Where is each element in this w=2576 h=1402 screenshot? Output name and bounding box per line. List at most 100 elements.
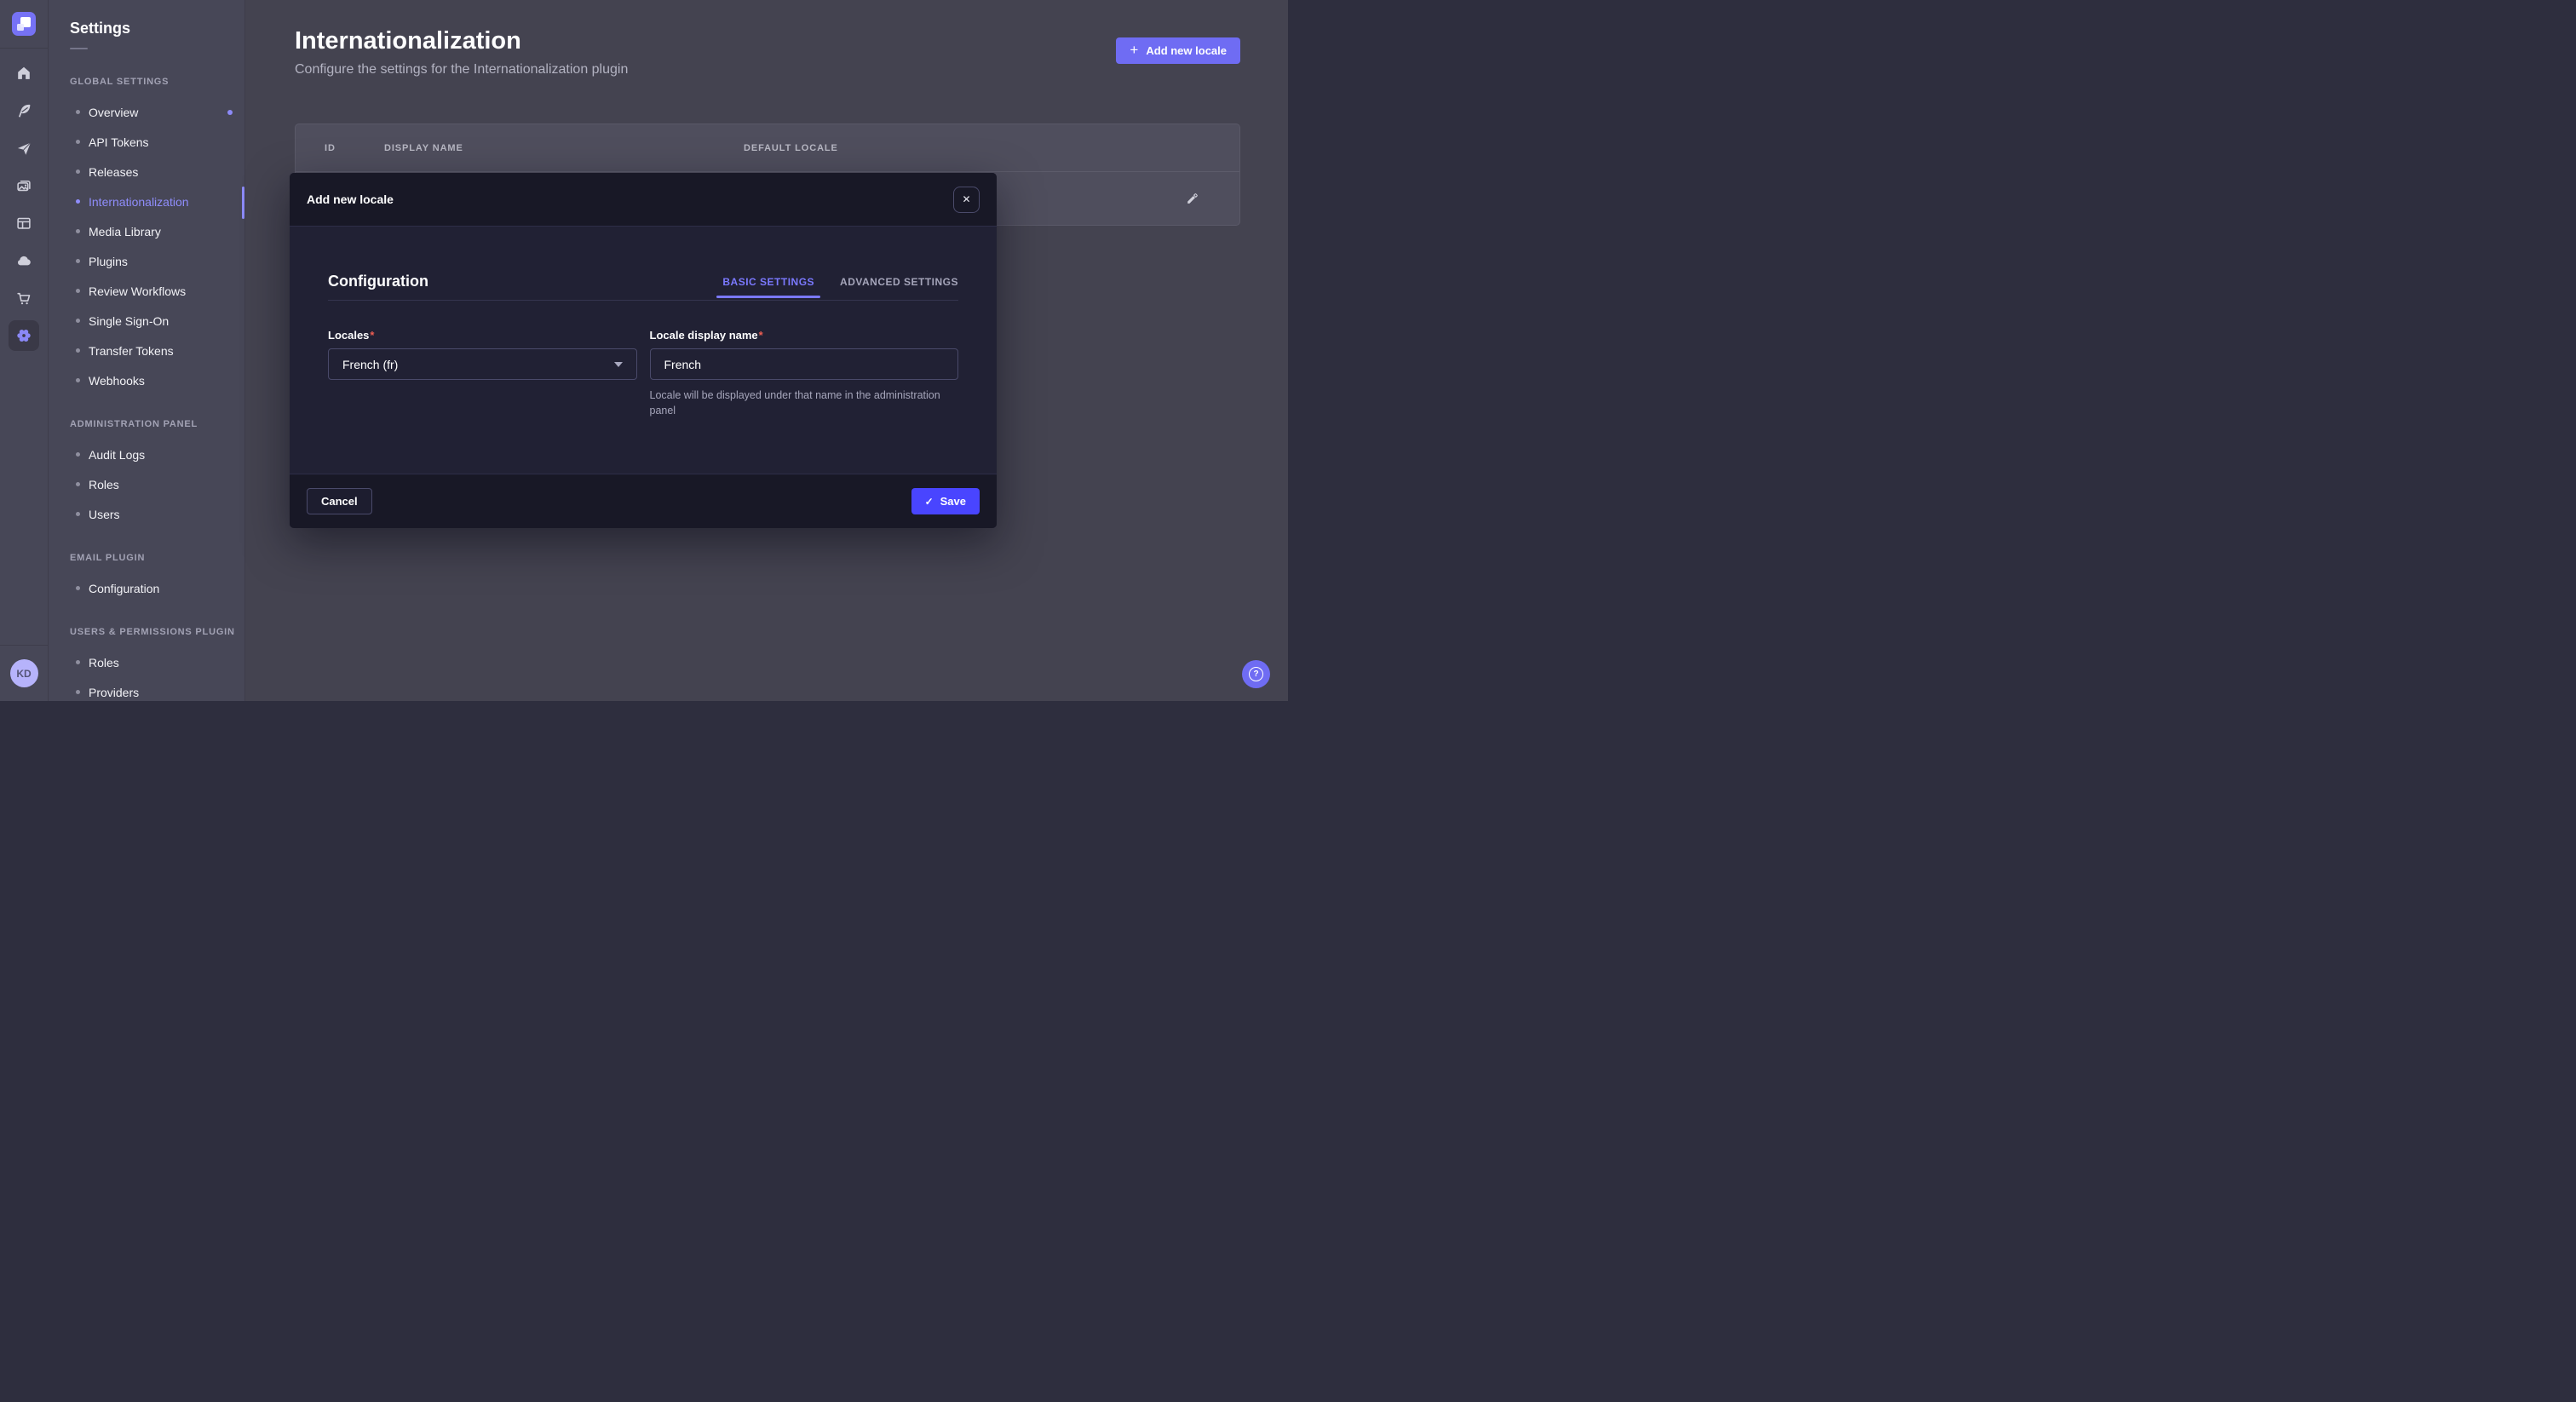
bullet-icon: [76, 660, 80, 664]
column-header-display-name: DISPLAY NAME: [384, 143, 744, 153]
title-underline: [70, 48, 88, 49]
rail-icon-list: [0, 55, 48, 354]
modal-body: Configuration BASIC SETTINGS ADVANCED SE…: [290, 227, 997, 474]
bullet-icon: [76, 229, 80, 233]
locales-select-value: French (fr): [342, 358, 398, 371]
nav-item-label: Transfer Tokens: [89, 344, 174, 358]
help-button[interactable]: ?: [1242, 660, 1270, 688]
display-name-hint: Locale will be displayed under that name…: [650, 388, 959, 418]
nav-item-label: Internationalization: [89, 195, 189, 209]
save-button-label: Save: [940, 495, 966, 508]
close-button[interactable]: ✕: [953, 187, 980, 213]
bullet-icon: [76, 378, 80, 382]
section-label-users-permissions-plugin: USERS & PERMISSIONS PLUGIN: [70, 627, 244, 637]
sidebar-item-review-workflows[interactable]: Review Workflows: [49, 276, 244, 306]
layout-window-icon[interactable]: [5, 204, 43, 242]
chevron-down-icon: [614, 362, 623, 367]
nav-item-label: Configuration: [89, 582, 159, 595]
configuration-row: Configuration BASIC SETTINGS ADVANCED SE…: [328, 271, 958, 291]
modal-title: Add new locale: [307, 192, 394, 206]
add-new-locale-button[interactable]: + Add new locale: [1116, 37, 1240, 64]
check-icon: ✓: [925, 497, 934, 507]
feather-icon[interactable]: [5, 92, 43, 129]
bullet-icon: [76, 259, 80, 263]
close-icon: ✕: [962, 193, 970, 205]
bullet-icon: [76, 110, 80, 114]
bullet-icon: [76, 348, 80, 353]
locales-label-text: Locales: [328, 329, 369, 342]
locales-label: Locales*: [328, 329, 637, 342]
sidebar-item-releases[interactable]: Releases: [49, 157, 244, 187]
question-mark-icon: ?: [1249, 667, 1263, 681]
bullet-icon: [76, 140, 80, 144]
user-avatar[interactable]: KD: [10, 659, 38, 687]
nav-item-label: Single Sign-On: [89, 314, 169, 328]
sidebar-item-admin-users[interactable]: Users: [49, 499, 244, 529]
bullet-icon: [76, 319, 80, 323]
sidebar-item-api-tokens[interactable]: API Tokens: [49, 127, 244, 157]
bullet-icon: [76, 289, 80, 293]
sidebar-item-transfer-tokens[interactable]: Transfer Tokens: [49, 336, 244, 365]
locales-field: Locales* French (fr): [328, 329, 637, 418]
strapi-logo-icon: [12, 12, 36, 36]
locales-select[interactable]: French (fr): [328, 348, 637, 380]
locales-table-header: ID DISPLAY NAME DEFAULT LOCALE: [296, 124, 1239, 172]
column-header-id: ID: [325, 143, 384, 153]
nav-item-label: Plugins: [89, 255, 128, 268]
sidebar-item-plugins[interactable]: Plugins: [49, 246, 244, 276]
section-label-global-settings: GLOBAL SETTINGS: [70, 77, 244, 87]
sidebar-item-audit-logs[interactable]: Audit Logs: [49, 440, 244, 469]
nav-item-label: Audit Logs: [89, 448, 145, 462]
display-name-label-text: Locale display name: [650, 329, 758, 342]
column-header-default-locale: DEFAULT LOCALE: [744, 143, 1239, 153]
bullet-icon: [76, 199, 80, 204]
sidebar-item-email-configuration[interactable]: Configuration: [49, 573, 244, 603]
nav-item-label: Review Workflows: [89, 284, 186, 298]
settings-gear-active-bg: [9, 320, 39, 351]
sidebar-item-overview[interactable]: Overview: [49, 97, 244, 127]
home-icon[interactable]: [5, 55, 43, 92]
settings-gear-rail-item[interactable]: [5, 317, 43, 354]
active-item-indicator: [242, 187, 244, 219]
nav-item-label: Users: [89, 508, 120, 521]
sidebar-item-single-sign-on[interactable]: Single Sign-On: [49, 306, 244, 336]
sidebar-item-internationalization[interactable]: Internationalization: [49, 187, 244, 216]
pencil-icon: [1185, 192, 1199, 206]
page-title: Internationalization: [295, 26, 1240, 56]
display-name-field: Locale display name* Locale will be disp…: [650, 329, 959, 418]
required-asterisk: *: [759, 329, 763, 342]
modal-header: Add new locale ✕: [290, 173, 997, 227]
paper-plane-icon[interactable]: [5, 129, 43, 167]
edit-locale-button[interactable]: [1185, 192, 1199, 206]
display-name-input[interactable]: [650, 348, 959, 380]
page-subtitle: Configure the settings for the Internati…: [295, 62, 1240, 78]
plus-icon: +: [1130, 43, 1138, 57]
avatar-initials: KD: [16, 668, 31, 680]
cloud-icon[interactable]: [5, 242, 43, 279]
bullet-icon: [76, 512, 80, 516]
sidebar-item-up-providers[interactable]: Providers: [49, 677, 244, 701]
sidebar-item-up-roles[interactable]: Roles: [49, 647, 244, 677]
media-library-pictures-icon[interactable]: [5, 167, 43, 204]
section-label-email-plugin: EMAIL PLUGIN: [70, 553, 244, 563]
sidebar-item-webhooks[interactable]: Webhooks: [49, 365, 244, 395]
cancel-button[interactable]: Cancel: [307, 488, 372, 514]
subnav-title: Settings: [70, 19, 244, 37]
nav-item-label: Webhooks: [89, 374, 145, 388]
settings-subnav: Settings GLOBAL SETTINGS Overview API To…: [49, 0, 245, 701]
sidebar-item-media-library[interactable]: Media Library: [49, 216, 244, 246]
nav-item-label: Releases: [89, 165, 138, 179]
nav-item-label: API Tokens: [89, 135, 149, 149]
bullet-icon: [76, 482, 80, 486]
strapi-logo[interactable]: [12, 12, 36, 36]
nav-item-label: Roles: [89, 478, 119, 491]
rail-user-slot: KD: [0, 645, 48, 701]
tab-basic-settings[interactable]: BASIC SETTINGS: [722, 276, 814, 288]
display-name-label: Locale display name*: [650, 329, 959, 342]
sidebar-item-admin-roles[interactable]: Roles: [49, 469, 244, 499]
settings-gear-icon: [14, 326, 33, 345]
save-button[interactable]: ✓ Save: [911, 488, 980, 514]
marketplace-cart-icon[interactable]: [5, 279, 43, 317]
tab-advanced-settings[interactable]: ADVANCED SETTINGS: [840, 276, 958, 288]
bullet-icon: [76, 452, 80, 457]
